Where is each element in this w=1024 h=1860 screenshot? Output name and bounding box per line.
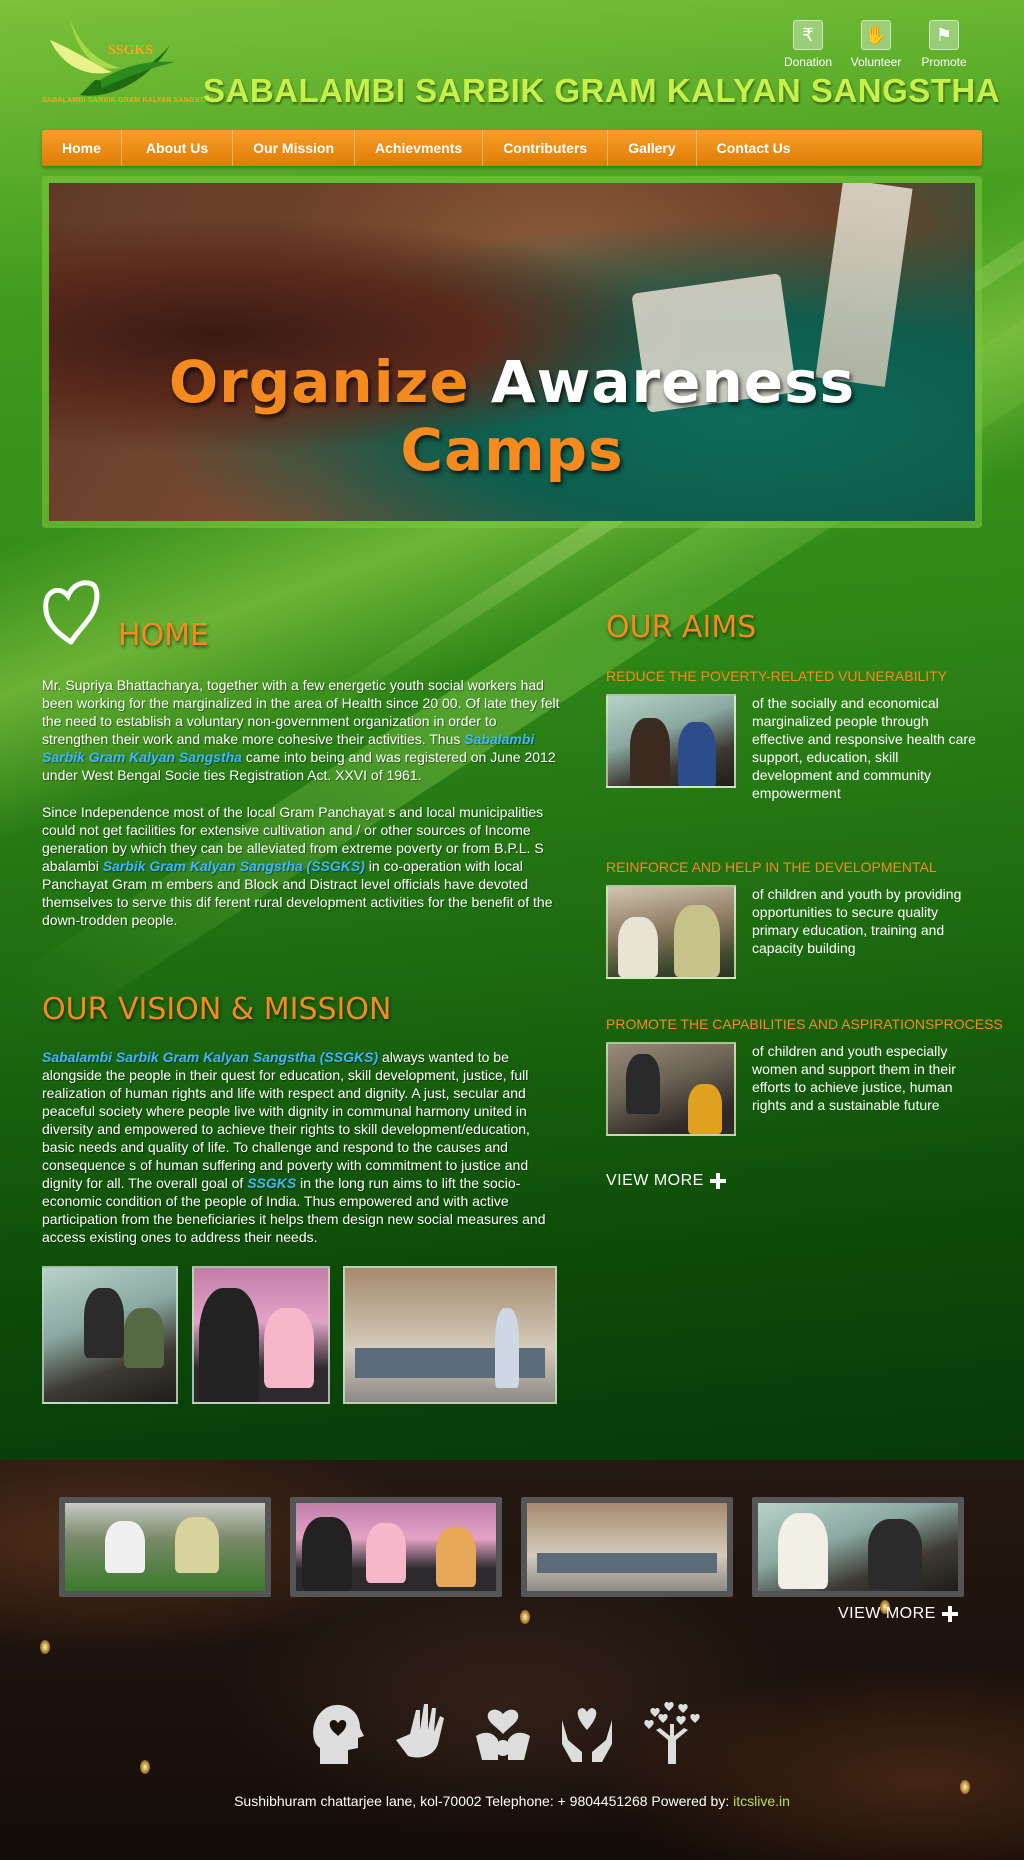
nav-item-our-mission[interactable]: Our Mission	[233, 130, 356, 166]
nav-item-contributers[interactable]: Contributers	[483, 130, 609, 166]
care-hands-icon	[562, 1708, 612, 1762]
aim-photo-2[interactable]	[606, 885, 736, 979]
aim-text-1: of the socially and economical marginali…	[752, 695, 976, 801]
plus-icon	[941, 1606, 958, 1622]
promote-label: Promote	[921, 55, 967, 69]
footer-icons	[306, 1700, 700, 1766]
aims-title: OUR AIMS	[606, 610, 757, 645]
helping-hand-icon	[396, 1704, 444, 1758]
view-more-label: VIEW MORE	[606, 1172, 704, 1189]
nav-item-home[interactable]: Home	[42, 130, 122, 166]
gallery-view-more-link[interactable]: VIEW MORE	[838, 1605, 958, 1623]
promote-icon: ⚑	[929, 20, 959, 50]
hero-banner: Organize Awareness Camps	[42, 176, 982, 528]
svg-text:SSGKS: SSGKS	[108, 43, 153, 58]
aims-view-more-link[interactable]: VIEW MORE	[606, 1172, 726, 1190]
promote-button[interactable]: ⚑ Promote	[916, 20, 972, 69]
hero-word-organize: Organize	[168, 348, 470, 416]
hands-heart-icon	[476, 1709, 530, 1760]
view-more-label: VIEW MORE	[838, 1605, 936, 1622]
org-name: Sarbik Gram Kalyan Sangstha (SSGKS)	[102, 858, 365, 874]
donation-button[interactable]: ₹ Donation	[780, 20, 836, 69]
aim-photo-3[interactable]	[606, 1042, 736, 1136]
rupee-icon: ₹	[793, 20, 823, 50]
donation-label: Donation	[783, 55, 833, 69]
candle-light-decoration	[520, 1610, 530, 1624]
candle-light-decoration	[140, 1760, 150, 1774]
raised-hands-icon: ✋	[861, 20, 891, 50]
footer-gallery-thumb-1[interactable]	[59, 1497, 271, 1597]
gallery-photo-meeting[interactable]	[192, 1266, 330, 1404]
hero-image: Organize Awareness Camps	[49, 183, 975, 521]
head-heart-icon	[313, 1704, 364, 1764]
footer-address-text: Sushibhuram chattarjee lane, kol-70002 T…	[234, 1793, 734, 1809]
footer-gallery-thumb-3[interactable]	[521, 1497, 733, 1597]
hero-headline: Organize Awareness Camps	[49, 348, 975, 484]
aim-photo-1[interactable]	[606, 694, 736, 788]
plus-icon	[709, 1173, 726, 1189]
nav-item-achievments[interactable]: Achievments	[355, 130, 484, 166]
footer-gallery-thumb-2[interactable]	[290, 1497, 502, 1597]
aim-heading-2: REINFORCE AND HELP IN THE DEVELOPMENTAL	[606, 859, 937, 875]
home-paragraph-1: Mr. Supriya Bhattacharya, together with …	[42, 676, 566, 784]
footer-address: Sushibhuram chattarjee lane, kol-70002 T…	[0, 1793, 1024, 1809]
ssgks-logo[interactable]: SSGKS	[40, 10, 180, 110]
aim-text-2: of children and youth by providing oppor…	[752, 886, 962, 956]
nav-item-about-us[interactable]: About Us	[122, 130, 234, 166]
top-actions: ₹ Donation ✋ Volunteer ⚑ Promote	[780, 20, 972, 69]
heart-tree-icon	[644, 1701, 700, 1764]
volunteer-label: Volunteer	[850, 55, 902, 69]
main-nav: Home About Us Our Mission Achievments Co…	[42, 130, 982, 166]
nav-item-gallery[interactable]: Gallery	[608, 130, 697, 166]
aim-heading-3: PROMOTE THE CAPABILITIES AND ASPIRATIONS…	[606, 1016, 1003, 1032]
volunteer-button[interactable]: ✋ Volunteer	[848, 20, 904, 69]
hero-word-camps: Camps	[400, 416, 624, 484]
powered-by-link[interactable]: itcslive.in	[733, 1793, 790, 1809]
site-title: SABALAMBI SARBIK GRAM KALYAN SANGSTHA	[203, 72, 1001, 109]
org-name: Sabalambi Sarbik Gram Kalyan Sangstha (S…	[42, 1049, 379, 1065]
footer-gallery-thumb-4[interactable]	[752, 1497, 964, 1597]
home-paragraph-2: Since Independence most of the local Gra…	[42, 803, 566, 929]
aim-heading-1: REDUCE THE POVERTY-RELATED VULNERABILITY	[606, 668, 948, 684]
hero-word-awareness: Awareness	[490, 348, 856, 416]
aim-text-3: of children and youth especially women a…	[752, 1043, 956, 1113]
nav-item-contact-us[interactable]: Contact Us	[697, 130, 811, 166]
home-title: HOME	[118, 618, 210, 653]
org-short-name: SSGKS	[247, 1175, 297, 1191]
vision-text: always wanted to be alongside the people…	[42, 1049, 530, 1191]
gallery-photo-planting[interactable]	[42, 1266, 178, 1404]
vision-paragraph: Sabalambi Sarbik Gram Kalyan Sangstha (S…	[42, 1048, 566, 1246]
gallery-photo-book-distribution[interactable]	[343, 1266, 557, 1404]
logo-caption: SABALAMBI SARBIK GRAM KALYAN SANGSTHA	[42, 97, 215, 104]
candle-light-decoration	[960, 1780, 970, 1794]
heart-icon	[43, 580, 100, 645]
vision-title: OUR VISION & MISSION	[42, 992, 392, 1027]
candle-light-decoration	[40, 1640, 50, 1654]
